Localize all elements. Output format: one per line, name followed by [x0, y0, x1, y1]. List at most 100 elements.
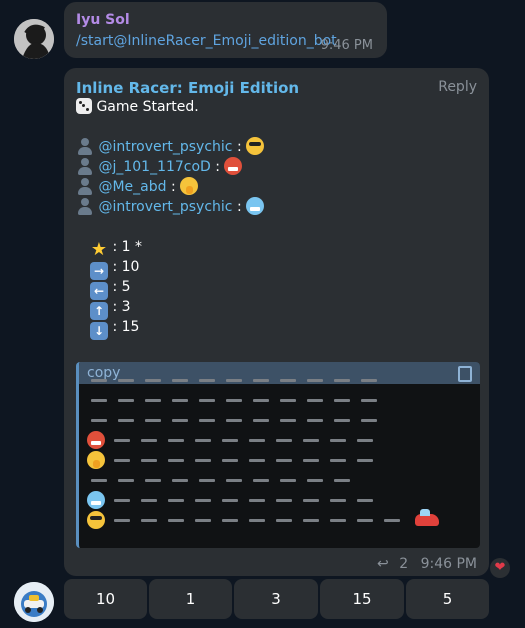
track-dash — [141, 519, 157, 522]
track-dash — [334, 419, 350, 422]
player-mention[interactable]: @j_101_117coD — [98, 159, 210, 175]
copy-icon[interactable] — [458, 366, 472, 382]
track-dash — [307, 419, 323, 422]
track-dash — [303, 519, 319, 522]
player-mention[interactable]: @introvert_psychic — [98, 199, 232, 215]
track-dash — [361, 379, 377, 382]
track-dash — [253, 379, 269, 382]
track-dash — [280, 419, 296, 422]
keyboard-button-3[interactable]: 3 — [234, 579, 318, 619]
track-dash — [253, 419, 269, 422]
track-dash — [118, 399, 134, 402]
track-dash — [145, 479, 161, 482]
track-dash — [330, 439, 346, 442]
track-dash — [334, 399, 350, 402]
track-dash — [226, 479, 242, 482]
track-dash — [280, 479, 296, 482]
separator: : — [210, 159, 225, 175]
track-dash — [199, 479, 215, 482]
keyboard-button-5[interactable]: 5 — [406, 579, 489, 619]
car-icon — [415, 509, 439, 526]
stat-row: ↑ : 3 — [90, 297, 131, 320]
angry-face-icon — [224, 157, 243, 175]
player-row: @Me_abd : — [76, 177, 199, 197]
track-dash — [199, 379, 215, 382]
cold-face-icon — [246, 197, 265, 215]
track-dash — [330, 499, 346, 502]
track-dash — [280, 399, 296, 402]
keyboard-button-10[interactable]: 10 — [64, 579, 147, 619]
track-dash — [334, 479, 350, 482]
track-dash — [253, 399, 269, 402]
track-dash — [280, 379, 296, 382]
message-time: 9:46 PM — [420, 556, 477, 572]
bust-icon — [76, 137, 94, 155]
track-dash — [168, 439, 184, 442]
track-dash — [249, 459, 265, 462]
stat-value: : 1 * — [112, 239, 142, 255]
track-dash — [334, 379, 350, 382]
track-dash — [195, 499, 211, 502]
player-mention[interactable]: @introvert_psychic — [98, 139, 232, 155]
track-dash — [307, 379, 323, 382]
sender-avatar[interactable] — [14, 19, 54, 59]
track-dash — [114, 519, 130, 522]
keyboard-button-1[interactable]: 1 — [149, 579, 232, 619]
player-mention[interactable]: @Me_abd — [98, 179, 166, 195]
track-dash — [357, 519, 373, 522]
bot-avatar[interactable] — [14, 582, 54, 622]
heart-reaction-icon[interactable]: ❤ — [490, 558, 510, 578]
track-dash — [118, 379, 134, 382]
track-dash — [303, 499, 319, 502]
keyboard-button-15[interactable]: 15 — [320, 579, 404, 619]
sender-name[interactable]: Iyu Sol — [76, 12, 130, 28]
track-dash — [303, 459, 319, 462]
message-bubble-start[interactable]: Iyu Sol /start@InlineRacer_Emoji_edition… — [64, 2, 387, 58]
stat-value: : 15 — [112, 319, 140, 335]
bust-icon — [76, 197, 94, 215]
stat-row: ← : 5 — [90, 277, 131, 300]
track-dash — [361, 419, 377, 422]
stat-value: : 3 — [112, 299, 131, 315]
bot-sender-name[interactable]: Inline Racer: Emoji Edition — [76, 79, 299, 97]
track-dash — [276, 439, 292, 442]
track-dash — [91, 419, 107, 422]
race-track-code-block[interactable]: copy — [76, 362, 480, 548]
track-dash — [307, 399, 323, 402]
stat-row: → : 10 — [90, 257, 139, 280]
track-dash — [141, 459, 157, 462]
track-dash — [145, 379, 161, 382]
track-dash — [226, 399, 242, 402]
track-dash — [357, 439, 373, 442]
track-dash — [303, 439, 319, 442]
track-dash — [384, 519, 400, 522]
track-dash — [199, 399, 215, 402]
player-row: @introvert_psychic : — [76, 197, 265, 217]
track-dash — [276, 519, 292, 522]
track-dash — [114, 459, 130, 462]
player-row: @introvert_psychic : — [76, 137, 265, 157]
game-started-text: Game Started. — [96, 99, 199, 115]
track-dash — [276, 459, 292, 462]
track-dash — [145, 399, 161, 402]
cool-face-icon — [246, 137, 265, 155]
track-dash — [249, 519, 265, 522]
track-dash — [91, 379, 107, 382]
track-dash — [222, 499, 238, 502]
track-dash — [172, 399, 188, 402]
track-dash — [172, 419, 188, 422]
reply-count[interactable]: 2 — [399, 556, 408, 572]
track-dash — [249, 439, 265, 442]
reply-button[interactable]: Reply — [438, 79, 477, 95]
dice-icon — [76, 98, 92, 114]
message-bubble-game[interactable]: Inline Racer: Emoji Edition Reply Game S… — [64, 68, 489, 576]
track-dash — [141, 499, 157, 502]
cool-face-icon — [87, 511, 105, 529]
command-link[interactable]: /start@InlineRacer_Emoji_edition_bot — [76, 33, 337, 49]
reply-arrow-icon[interactable]: ↩ — [377, 556, 389, 572]
shushing-face-icon — [180, 177, 199, 195]
track-dash — [114, 499, 130, 502]
track-dash — [172, 379, 188, 382]
track-dash — [222, 459, 238, 462]
down-arrow-icon: ↓ — [90, 322, 108, 340]
